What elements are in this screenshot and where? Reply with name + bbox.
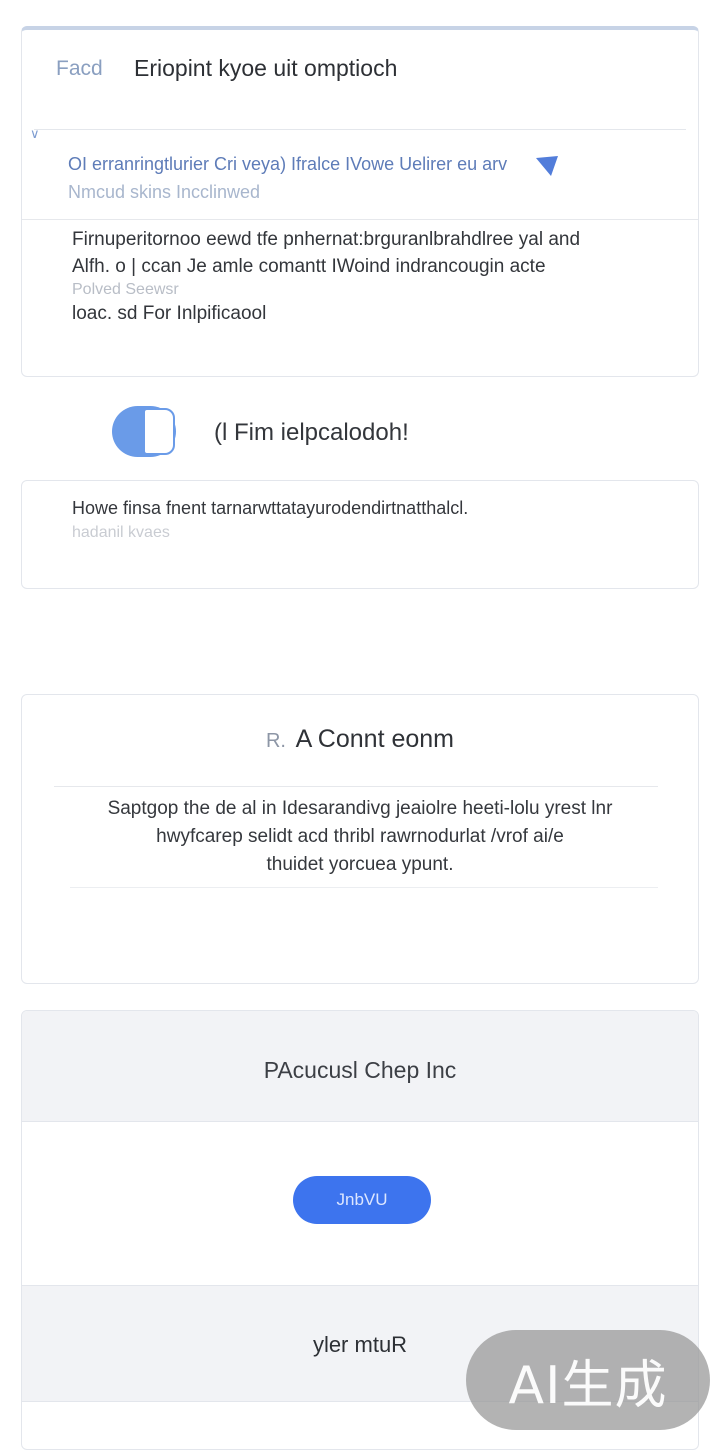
- ai-watermark: AI生成: [466, 1330, 710, 1430]
- body-line: Firnuperitornoo eewd tfe pnhernat:brgura…: [72, 229, 581, 250]
- card-badge: Facd: [56, 57, 103, 80]
- toggle-row: (l Fim ielpcalodoh!: [0, 400, 720, 464]
- content-body: Saptgop the de al in Idesarandivg jeaiol…: [52, 795, 668, 879]
- primary-button[interactable]: JnbVU: [293, 1176, 431, 1224]
- toggle-knob: [143, 408, 175, 455]
- info-card: Facd Eriopint kyoe uit omptioch ∨ OI err…: [21, 26, 699, 377]
- card-header: Facd Eriopint kyoe uit omptioch: [22, 30, 698, 130]
- divider: [70, 887, 658, 888]
- toggle-switch[interactable]: [112, 406, 176, 457]
- subtitle-line: Nmcud skins Incclinwed: [68, 182, 261, 202]
- send-arrow-icon[interactable]: [534, 154, 560, 178]
- body-faint-line: Polved Seewsr: [72, 281, 179, 298]
- divider: [22, 219, 698, 220]
- note-subtext: hadanil kvaes: [72, 524, 170, 541]
- action-header-label: PAcucusl Chep Inc: [263, 1057, 457, 1083]
- chevron-down-icon[interactable]: ∨: [30, 126, 40, 142]
- note-text: Howe finsa fnent tarnarwttatayurodendirt…: [72, 498, 469, 518]
- heading-prefix: R.: [265, 730, 286, 752]
- body-line: hwyfcarep selidt acd thribl rawrnodurlat…: [156, 826, 564, 847]
- card-body: Firnuperitornoo eewd tfe pnhernat:brgura…: [72, 226, 682, 327]
- toggle-label: (l Fim ielpcalodoh!: [214, 419, 409, 446]
- content-heading: R. A Connt eonm: [22, 725, 698, 754]
- body-line: thuidet yorcuea ypunt.: [266, 854, 454, 875]
- body-line: Saptgop the de al in Idesarandivg jeaiol…: [107, 798, 613, 819]
- divider: [34, 129, 686, 130]
- note-card: Howe finsa fnent tarnarwttatayurodendirt…: [21, 480, 699, 589]
- divider: [54, 786, 658, 787]
- body-line: loac. sd For Inlpificaool: [72, 303, 267, 324]
- card-title: Eriopint kyoe uit omptioch: [134, 55, 398, 81]
- action-header: PAcucusl Chep Inc: [22, 1011, 698, 1122]
- body-line: Alfh. o | ccan Je amle comantt IWoind in…: [72, 256, 546, 277]
- content-card: R. A Connt eonm Saptgop the de al in Ide…: [21, 694, 699, 984]
- heading-text: A Connt eonm: [295, 725, 454, 753]
